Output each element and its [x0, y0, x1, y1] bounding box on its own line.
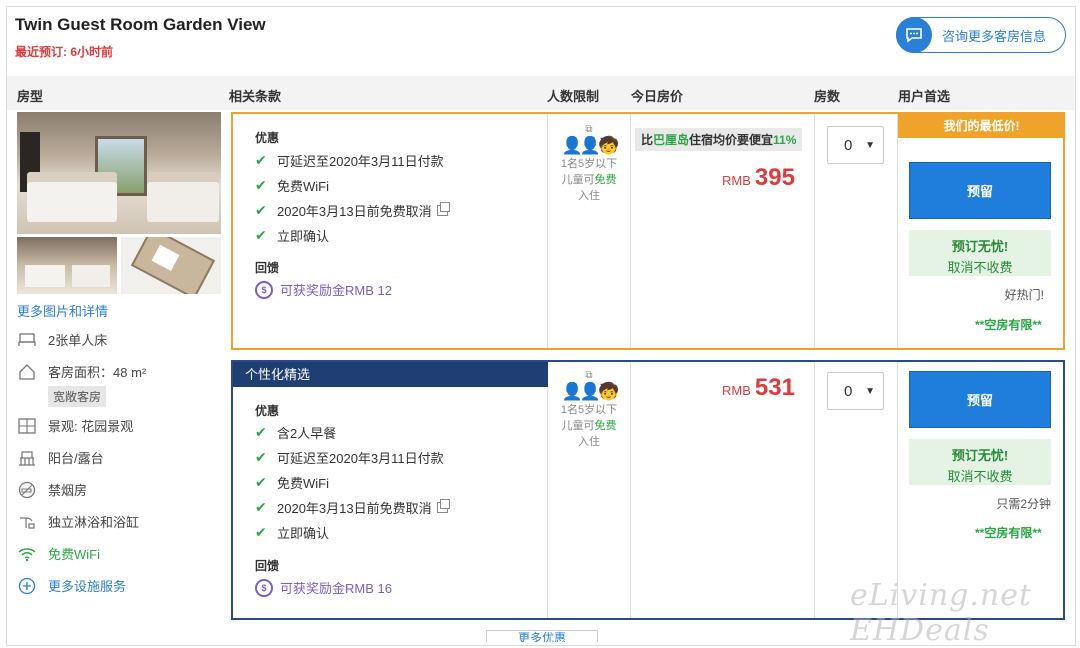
people-icon: 👤👤🧒 — [561, 136, 620, 155]
no-smoking-icon — [17, 480, 37, 500]
more-offers-tab[interactable]: 更多优惠 — [486, 630, 598, 642]
section-rewards: 回馈 — [255, 261, 280, 275]
people-icon: 👤👤🧒 — [561, 382, 620, 401]
col-rooms: 房数 — [814, 89, 841, 104]
check-icon: ✔ — [255, 227, 267, 243]
occupancy-info: ⧉ 👤👤🧒 1名5岁以下 儿童可免费 入住 — [548, 122, 630, 204]
check-icon: ✔ — [255, 524, 267, 540]
popular-note: 好热门! — [1004, 288, 1044, 302]
room-price: RMB 531 — [722, 374, 795, 401]
benefit-item: ✔ 2020年3月13日前免费取消 — [255, 498, 450, 517]
room-photo[interactable] — [17, 112, 221, 234]
wifi-icon — [17, 544, 37, 564]
recent-booking: 最近预订: 6小时前 — [15, 45, 114, 59]
consult-button[interactable]: 咨询更多客房信息 — [896, 17, 1066, 53]
coin-icon: $ — [255, 280, 273, 299]
reserve-button[interactable]: 预留 — [909, 371, 1051, 428]
spacious-badge: 宽敞客房 — [48, 386, 107, 407]
check-icon: ✔ — [255, 424, 267, 440]
check-icon: ✔ — [255, 202, 267, 218]
worry-free-box: 预订无忧! 取消不收费 — [909, 230, 1051, 276]
benefit-item: ✔ 2020年3月13日前免费取消 — [255, 201, 450, 220]
occupancy-info: ⧉ 👤👤🧒 1名5岁以下 儿童可免费 入住 — [548, 368, 630, 450]
section-rewards: 回馈 — [255, 559, 280, 573]
check-icon: ✔ — [255, 177, 267, 193]
floorplan-thumbnail[interactable] — [121, 237, 221, 294]
feature-area: 客房面积：48 m² 宽敞客房 — [17, 362, 146, 407]
col-terms: 相关条款 — [229, 89, 282, 104]
col-choice: 用户首选 — [898, 89, 951, 104]
room-count-select[interactable]: 0 ▼ — [827, 126, 884, 164]
feature-wifi: 免费WiFi — [17, 544, 100, 564]
section-offers: 优惠 — [255, 131, 280, 145]
copy-icon[interactable] — [436, 499, 450, 513]
check-icon: ✔ — [255, 474, 267, 490]
balcony-icon — [17, 448, 37, 468]
room-price: RMB 395 — [722, 164, 795, 191]
col-price: 今日房价 — [631, 89, 684, 104]
quick-note: 只需2分钟 — [996, 497, 1051, 511]
reward-link[interactable]: $ 可获奖励金RMB 12 — [255, 280, 392, 299]
benefit-item: ✔ 可延迟至2020年3月11日付款 — [255, 152, 444, 169]
limited-availability: **空房有限** — [975, 526, 1042, 540]
col-room-type: 房型 — [17, 89, 44, 104]
feature-balcony: 阳台/露台 — [17, 448, 104, 468]
personalized-banner: 个性化精选 — [233, 362, 548, 387]
reward-link[interactable]: $ 可获奖励金RMB 16 — [255, 578, 392, 597]
section-offers: 优惠 — [255, 404, 280, 418]
check-icon: ✔ — [255, 152, 267, 168]
chat-icon — [896, 17, 932, 53]
copy-icon[interactable] — [436, 202, 450, 216]
house-icon — [17, 362, 37, 382]
offer-card-1: 优惠 ✔ 可延迟至2020年3月11日付款 ✔ 免费WiFi ✔ 2020年3月13日… — [231, 112, 1065, 350]
worry-free-box: 预订无忧! 取消不收费 — [909, 439, 1051, 485]
check-icon: ✔ — [255, 499, 267, 515]
coin-icon: $ — [255, 578, 273, 597]
shower-icon — [17, 512, 37, 532]
price-comparison: 比巴厘岛住宿均价要便宜11% — [635, 128, 803, 151]
consult-label: 咨询更多客房信息 — [942, 28, 1047, 44]
feature-bath: 独立淋浴和浴缸 — [17, 512, 139, 532]
feature-view: 景观: 花园景观 — [17, 416, 133, 436]
check-icon: ✔ — [255, 449, 267, 465]
caret-down-icon: ▼ — [865, 385, 875, 397]
plus-circle-icon — [17, 576, 37, 596]
more-pics-link[interactable]: 更多图片和详情 — [17, 301, 108, 320]
benefit-item: ✔ 免费WiFi — [255, 474, 329, 491]
col-occupancy: 人数限制 — [547, 89, 600, 104]
window-icon — [17, 416, 37, 436]
room-title: Twin Guest Room Garden View — [15, 15, 266, 34]
room-count-select[interactable]: 0 ▼ — [827, 372, 884, 410]
room-thumbnail[interactable] — [17, 237, 117, 294]
benefit-item: ✔ 可延迟至2020年3月11日付款 — [255, 449, 444, 466]
feature-bed: 2张单人床 — [17, 330, 107, 350]
feature-nosmoking: 禁烟房 — [17, 480, 87, 500]
benefit-item: ✔ 含2人早餐 — [255, 424, 337, 441]
limited-availability: **空房有限** — [975, 318, 1042, 332]
table-header: 房型 相关条款 人数限制 今日房价 房数 用户首选 — [7, 76, 1075, 110]
benefit-item: ✔ 免费WiFi — [255, 177, 329, 194]
caret-down-icon: ▼ — [865, 139, 875, 151]
more-facilities-link[interactable]: 更多设施服务 — [17, 576, 126, 596]
lowest-price-banner: 我们的最低价! — [898, 114, 1065, 138]
bed-icon — [17, 330, 37, 350]
benefit-item: ✔ 立即确认 — [255, 227, 330, 244]
benefit-item: ✔ 立即确认 — [255, 524, 330, 541]
reserve-button[interactable]: 预留 — [909, 162, 1051, 219]
